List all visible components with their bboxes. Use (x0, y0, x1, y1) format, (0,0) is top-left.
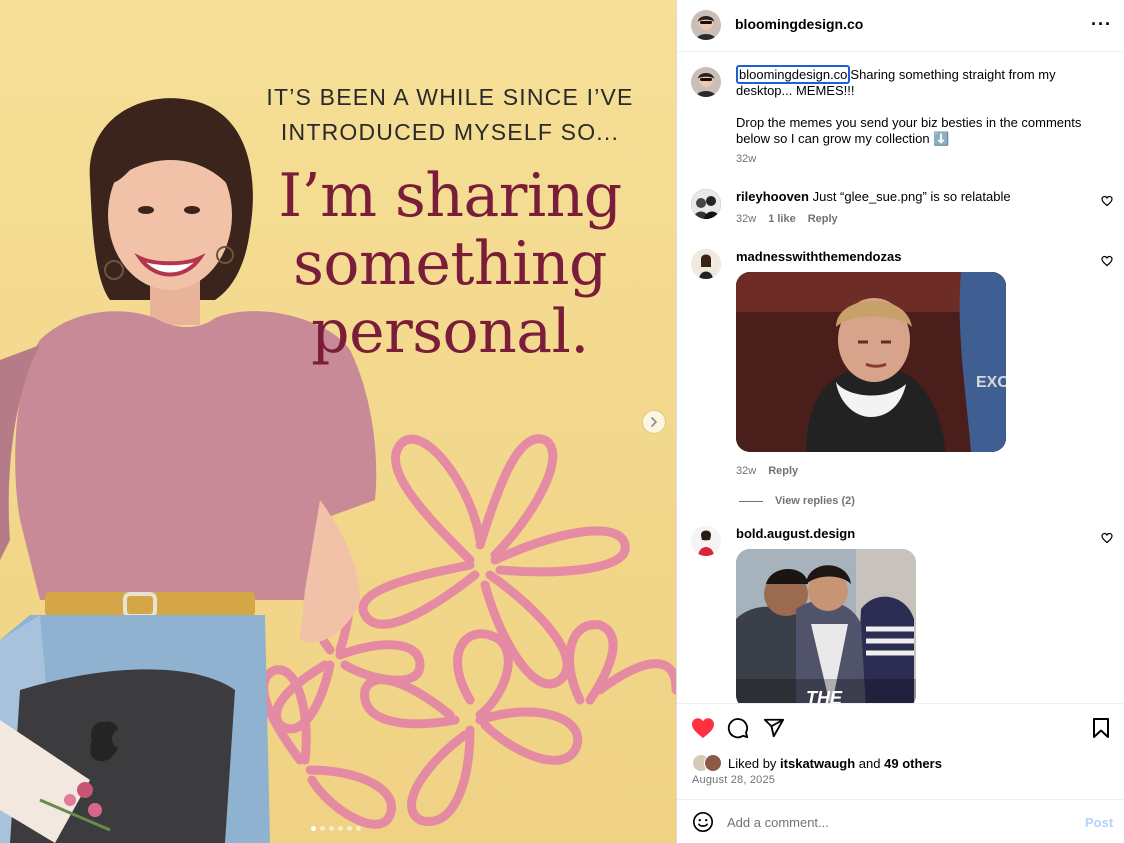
comment-gif[interactable]: EXC (736, 272, 1006, 452)
comment-time[interactable]: 32w (736, 465, 756, 477)
header-username[interactable]: bloomingdesign.co (735, 16, 863, 32)
caption-meta: 32w (736, 153, 756, 165)
comments-list[interactable]: bloomingdesign.co Sharing something strai… (677, 53, 1124, 703)
avatar (704, 754, 722, 772)
reply-button[interactable]: Reply (768, 465, 798, 477)
comment-text: madnesswiththemendozas (736, 249, 1096, 265)
heart-outline-icon[interactable] (1101, 255, 1113, 267)
gif-meme-caption: THE (806, 688, 843, 703)
slide-text-intro: IT’S BEEN A WHILE SINCE I’VE INTRODUCED … (212, 80, 676, 150)
comment-username[interactable]: rileyhooven (736, 189, 809, 204)
post-media[interactable]: IT’S BEEN A WHILE SINCE I’VE INTRODUCED … (0, 0, 676, 843)
caption-username[interactable]: bloomingdesign.co (736, 65, 851, 84)
comment-time[interactable]: 32w (736, 213, 756, 225)
avatar[interactable] (691, 10, 721, 40)
more-options-button[interactable]: ··· (1091, 14, 1112, 35)
slide-headline-line-2: something (293, 229, 607, 299)
heart-outline-icon[interactable] (1101, 195, 1113, 207)
post-side-panel: bloomingdesign.co ··· bloomingdesign.co S… (676, 0, 1124, 843)
comment-gif[interactable]: THE (736, 549, 916, 703)
comment-text: bold.august.design (736, 526, 1096, 542)
post-actions: Liked by itskatwaugh and 49 others Augus… (677, 703, 1124, 799)
heart-filled-icon[interactable] (691, 717, 715, 739)
chevron-right-icon (651, 417, 658, 427)
caption-line-2: Drop the memes you send your biz besties… (736, 115, 1082, 146)
slide-headline-line-3: personal. (311, 297, 589, 367)
next-slide-button[interactable] (643, 411, 665, 433)
reply-button[interactable]: Reply (808, 213, 838, 225)
bookmark-icon[interactable] (1091, 717, 1111, 739)
carousel-dot (338, 826, 343, 831)
add-comment-bar: Post (677, 799, 1124, 843)
more-horizontal-icon: ··· (1091, 14, 1112, 34)
slide-text-intro-line-1: IT’S BEEN A WHILE SINCE I’VE (266, 84, 634, 110)
view-replies-line (739, 500, 763, 502)
liked-user[interactable]: itskatwaugh (780, 756, 855, 771)
comment-username[interactable]: madnesswiththemendozas (736, 249, 901, 264)
liked-prefix: Liked by (728, 755, 777, 771)
slide-headline: I’m sharing something personal. (220, 162, 676, 366)
carousel-dot (311, 826, 316, 831)
avatar[interactable] (691, 189, 721, 219)
view-replies-label: View replies (2) (775, 495, 855, 507)
liked-others[interactable]: 49 others (884, 756, 942, 771)
carousel-indicator (311, 826, 361, 831)
avatar[interactable] (691, 526, 721, 556)
emoji-icon[interactable] (692, 811, 714, 833)
comment-icon[interactable] (727, 717, 749, 739)
comment-likes[interactable]: 1 like (768, 213, 796, 225)
gif-text-exc: EXC (976, 374, 1006, 391)
liked-by: Liked by itskatwaugh and 49 others (692, 754, 942, 772)
post-header: bloomingdesign.co ··· (677, 0, 1124, 52)
comment-username[interactable]: bold.august.design (736, 526, 855, 541)
liked-by-avatars (692, 754, 722, 772)
post-date[interactable]: August 28, 2025 (692, 774, 775, 786)
comment-input[interactable] (727, 810, 1057, 834)
avatar[interactable] (691, 67, 721, 97)
carousel-dot (320, 826, 325, 831)
avatar[interactable] (691, 249, 721, 279)
gif-image: THE (736, 549, 916, 703)
post-comment-button[interactable]: Post (1085, 815, 1113, 830)
share-icon[interactable] (763, 717, 785, 739)
slide-headline-line-1: I’m sharing (278, 161, 622, 231)
caption-text: bloomingdesign.co Sharing something strai… (736, 65, 1096, 147)
comment-body: Just “glee_sue.png” is so relatable (812, 189, 1011, 204)
comment-text: rileyhooven Just “glee_sue.png” is so re… (736, 189, 1096, 205)
slide-text-intro-line-2: INTRODUCED MYSELF SO... (280, 119, 620, 145)
liked-and: and (858, 755, 881, 771)
carousel-dot (347, 826, 352, 831)
heart-outline-icon[interactable] (1101, 532, 1113, 544)
gif-image: EXC (736, 272, 1006, 452)
caption-time[interactable]: 32w (736, 153, 756, 165)
comment-meta: 32w 1 like Reply (736, 213, 838, 225)
carousel-dot (356, 826, 361, 831)
view-replies-button[interactable]: View replies (2) (739, 495, 855, 507)
carousel-dot (329, 826, 334, 831)
comment-meta: 32w Reply (736, 465, 798, 477)
